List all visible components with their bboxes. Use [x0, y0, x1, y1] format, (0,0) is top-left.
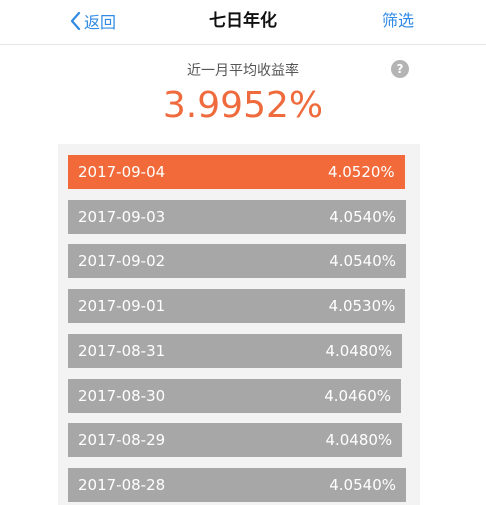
help-icon[interactable]: ? — [391, 60, 409, 78]
yield-row[interactable]: 2017-09-01 4.0530% — [68, 289, 406, 324]
yield-row[interactable]: 2017-09-02 4.0540% — [68, 244, 406, 279]
row-rate: 4.0480% — [325, 431, 393, 450]
row-rate: 4.0540% — [329, 207, 396, 226]
yield-row[interactable]: 2017-08-28 4.0540% — [68, 467, 406, 502]
row-date: 2017-08-29 — [78, 431, 166, 450]
yield-row[interactable]: 2017-08-31 4.0480% — [68, 333, 403, 368]
yield-row[interactable]: 2017-09-04 4.0520% — [68, 155, 405, 189]
row-rate: 4.0460% — [324, 386, 391, 405]
yield-row[interactable]: 2017-09-03 4.0540% — [68, 199, 406, 234]
row-rate: 4.0480% — [325, 341, 393, 360]
summary-label: 近一月平均收益率 — [187, 63, 299, 79]
row-date: 2017-09-01 — [78, 297, 166, 316]
yield-row[interactable]: 2017-08-29 4.0480% — [68, 423, 403, 458]
row-date: 2017-09-04 — [78, 163, 166, 181]
filter-button[interactable]: 筛选 — [382, 9, 414, 33]
row-date: 2017-09-03 — [78, 207, 166, 226]
row-date: 2017-08-28 — [78, 475, 166, 494]
row-rate: 4.0540% — [329, 475, 396, 494]
row-date: 2017-08-30 — [78, 386, 166, 405]
row-date: 2017-09-02 — [78, 252, 166, 271]
yield-row[interactable]: 2017-08-30 4.0460% — [68, 378, 401, 413]
nav-bar: 返回 七日年化 筛选 — [0, 0, 486, 45]
row-rate: 4.0530% — [328, 297, 396, 316]
average-yield-value: 3.9952% — [162, 85, 324, 126]
row-rate: 4.0540% — [329, 252, 396, 271]
row-date: 2017-08-31 — [78, 341, 166, 360]
row-rate: 4.0520% — [327, 163, 395, 181]
